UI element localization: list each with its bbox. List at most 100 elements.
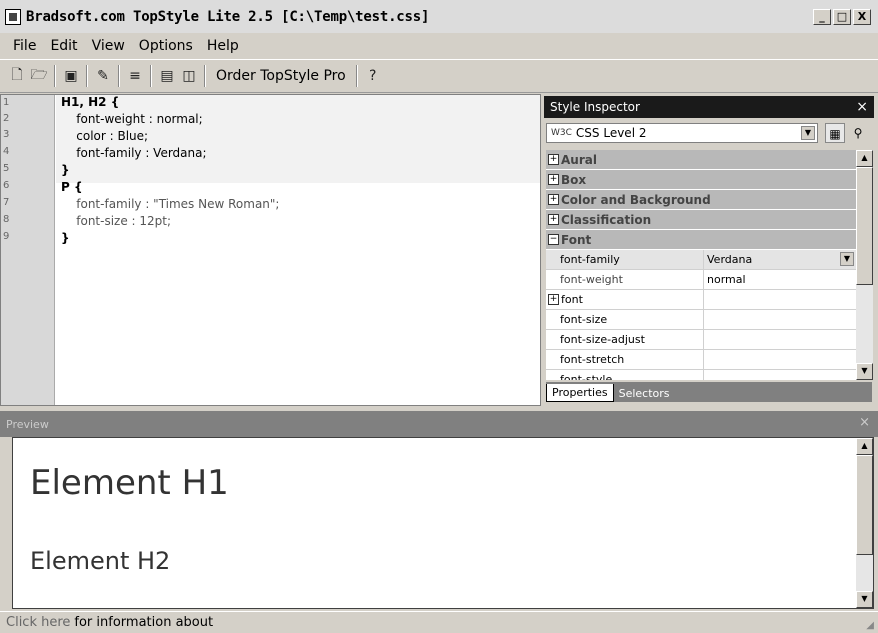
help-icon[interactable]: ? bbox=[362, 65, 384, 87]
property-value[interactable] bbox=[704, 350, 856, 369]
property-row-font-size-adjust[interactable]: font-size-adjust bbox=[546, 330, 856, 350]
category-classification[interactable]: + Classification bbox=[546, 210, 856, 230]
scroll-thumb[interactable] bbox=[856, 455, 873, 555]
code-line: font-weight : normal; bbox=[61, 112, 203, 126]
code-editor[interactable]: 1 2 3 4 5 6 7 8 9 H1, H2 { font-weight :… bbox=[0, 94, 541, 406]
line-number: 4 bbox=[3, 146, 10, 157]
property-value[interactable]: Verdana ▼ bbox=[704, 250, 856, 269]
category-color-and-background[interactable]: + Color and Background bbox=[546, 190, 856, 210]
preview-icon[interactable]: ◫ bbox=[178, 65, 200, 87]
line-number: 3 bbox=[3, 129, 10, 140]
collapse-icon[interactable]: − bbox=[548, 234, 559, 245]
style-tool-icon[interactable]: ✎ bbox=[92, 65, 114, 87]
style-inspector-titlebar: Style Inspector × bbox=[544, 96, 874, 118]
code-line: } bbox=[61, 163, 70, 177]
expand-icon[interactable]: + bbox=[548, 154, 559, 165]
property-value-text: Verdana bbox=[707, 253, 753, 266]
category-font[interactable]: − Font bbox=[546, 230, 856, 250]
menu-edit[interactable]: Edit bbox=[43, 38, 84, 54]
code-line: font-family : Verdana; bbox=[61, 146, 207, 160]
line-number: 5 bbox=[3, 163, 10, 174]
line-number: 2 bbox=[3, 113, 10, 124]
open-file-icon[interactable]: 🗁 bbox=[28, 65, 50, 87]
order-topstyle-pro-button[interactable]: Order TopStyle Pro bbox=[210, 68, 352, 84]
property-name: + font bbox=[546, 290, 704, 309]
scroll-down-icon[interactable]: ▼ bbox=[856, 363, 873, 380]
property-row-font-family[interactable]: font-family Verdana ▼ bbox=[546, 250, 856, 270]
inspector-scrollbar[interactable]: ▲ ▼ bbox=[856, 150, 873, 380]
toolbar-separator bbox=[150, 65, 152, 87]
property-name: font-style bbox=[546, 370, 704, 380]
property-value[interactable] bbox=[704, 330, 856, 349]
category-box[interactable]: + Box bbox=[546, 170, 856, 190]
code-line: font-size : 12pt; bbox=[61, 214, 172, 228]
new-file-icon[interactable]: 🗋 bbox=[6, 65, 28, 87]
property-row-font-size[interactable]: font-size bbox=[546, 310, 856, 330]
menu-bar: File Edit View Options Help bbox=[0, 33, 878, 59]
toolbar-separator bbox=[204, 65, 206, 87]
close-button[interactable]: X bbox=[853, 9, 871, 25]
property-value[interactable] bbox=[704, 290, 856, 309]
close-icon[interactable]: × bbox=[856, 99, 868, 115]
maximize-button[interactable]: □ bbox=[833, 9, 851, 25]
preview-title: Preview bbox=[6, 417, 49, 431]
line-number: 9 bbox=[3, 231, 10, 242]
title-bar: Bradsoft.com TopStyle Lite 2.5 [C:\Temp\… bbox=[0, 0, 878, 33]
minimize-button[interactable]: _ bbox=[813, 9, 831, 25]
expand-icon[interactable]: + bbox=[548, 174, 559, 185]
css-level-select[interactable]: W3C CSS Level 2 ▼ bbox=[546, 123, 818, 143]
menu-view[interactable]: View bbox=[85, 38, 132, 54]
tab-properties[interactable]: Properties bbox=[546, 384, 614, 402]
chevron-down-icon[interactable]: ▼ bbox=[801, 126, 815, 140]
scroll-track[interactable] bbox=[856, 285, 873, 363]
tab-selectors[interactable]: Selectors bbox=[614, 385, 675, 402]
style-inspector-icon[interactable]: ▤ bbox=[156, 65, 178, 87]
preview-h1: Element H1 bbox=[30, 463, 229, 503]
toolbar-separator bbox=[118, 65, 120, 87]
status-bar: Click here for information about ◢ bbox=[0, 611, 878, 633]
property-name: font-family bbox=[546, 250, 704, 269]
expand-icon[interactable]: + bbox=[548, 294, 559, 305]
preview-pane[interactable]: Element H1 Element H2 ▲ ▼ bbox=[12, 437, 874, 609]
preview-scrollbar[interactable]: ▲ ▼ bbox=[856, 438, 873, 608]
menu-file[interactable]: File bbox=[6, 38, 43, 54]
wrap-icon[interactable]: ≡ bbox=[124, 65, 146, 87]
preview-titlebar: Preview × bbox=[0, 411, 878, 437]
chevron-down-icon[interactable]: ▼ bbox=[840, 252, 854, 266]
property-row-font-stretch[interactable]: font-stretch bbox=[546, 350, 856, 370]
scroll-up-icon[interactable]: ▲ bbox=[856, 150, 873, 167]
property-name-text: font bbox=[561, 293, 583, 306]
resize-grip-icon[interactable]: ◢ bbox=[866, 620, 874, 631]
line-number: 8 bbox=[3, 214, 10, 225]
preview-h2: Element H2 bbox=[30, 547, 171, 575]
property-row-font-style[interactable]: font-style bbox=[546, 370, 856, 380]
css-level-value: CSS Level 2 bbox=[575, 126, 647, 140]
property-row-font[interactable]: + font bbox=[546, 290, 856, 310]
search-icon[interactable]: ⚲ bbox=[848, 123, 868, 143]
property-value[interactable] bbox=[704, 370, 856, 380]
property-value[interactable]: normal bbox=[704, 270, 856, 289]
toolbar-separator bbox=[355, 65, 358, 87]
window-title: Bradsoft.com TopStyle Lite 2.5 [C:\Temp\… bbox=[26, 8, 430, 25]
property-name: font-size bbox=[546, 310, 704, 329]
menu-help[interactable]: Help bbox=[200, 38, 246, 54]
save-icon[interactable]: ▣ bbox=[60, 65, 82, 87]
category-aural[interactable]: + Aural bbox=[546, 150, 856, 170]
scroll-thumb[interactable] bbox=[856, 167, 873, 285]
code-line: color : Blue; bbox=[61, 129, 149, 143]
close-icon[interactable]: × bbox=[859, 415, 870, 430]
category-label: Aural bbox=[561, 152, 597, 167]
app-icon[interactable] bbox=[5, 8, 21, 25]
menu-options[interactable]: Options bbox=[132, 38, 200, 54]
expand-icon[interactable]: + bbox=[548, 194, 559, 205]
property-row-font-weight[interactable]: font-weight normal bbox=[546, 270, 856, 290]
categorized-view-icon[interactable]: ▦ bbox=[825, 123, 845, 143]
scroll-track[interactable] bbox=[856, 555, 873, 591]
property-value[interactable] bbox=[704, 310, 856, 329]
scroll-up-icon[interactable]: ▲ bbox=[856, 438, 873, 455]
line-number: 1 bbox=[3, 97, 10, 108]
scroll-down-icon[interactable]: ▼ bbox=[856, 591, 873, 608]
expand-icon[interactable]: + bbox=[548, 214, 559, 225]
click-here-link[interactable]: Click here bbox=[6, 615, 70, 630]
property-name: font-stretch bbox=[546, 350, 704, 369]
